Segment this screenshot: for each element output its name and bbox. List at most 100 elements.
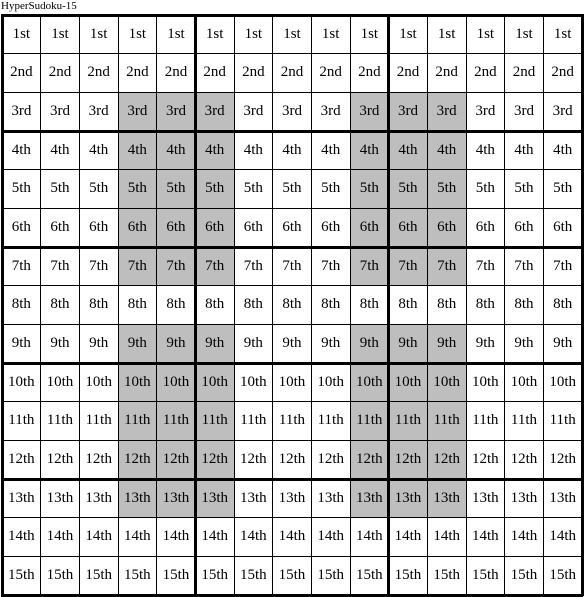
grid-cell[interactable]: 10th: [118, 363, 157, 402]
grid-cell[interactable]: 13th: [273, 479, 312, 518]
grid-cell[interactable]: 5th: [388, 169, 428, 209]
grid-cell[interactable]: 6th: [427, 208, 466, 247]
grid-cell[interactable]: 7th: [427, 247, 466, 286]
grid-cell[interactable]: 6th: [505, 208, 544, 247]
grid-cell[interactable]: 14th: [41, 518, 80, 557]
grid-cell[interactable]: 2nd: [311, 54, 350, 93]
grid-cell[interactable]: 2nd: [543, 54, 582, 93]
grid-cell[interactable]: 9th: [350, 324, 389, 363]
grid-cell[interactable]: 3rd: [388, 92, 428, 131]
grid-cell[interactable]: 12th: [195, 440, 234, 479]
grid-cell[interactable]: 13th: [195, 479, 234, 518]
grid-cell[interactable]: 14th: [234, 518, 273, 557]
grid-cell[interactable]: 1st: [273, 15, 312, 54]
grid-cell[interactable]: 9th: [273, 324, 312, 363]
grid-cell[interactable]: 15th: [79, 556, 118, 595]
grid-cell[interactable]: 3rd: [118, 92, 157, 131]
grid-cell[interactable]: 5th: [2, 170, 41, 209]
grid-cell[interactable]: 5th: [195, 169, 234, 209]
grid-cell[interactable]: 14th: [2, 518, 41, 557]
grid-cell[interactable]: 14th: [543, 518, 582, 557]
grid-cell[interactable]: 6th: [2, 208, 41, 247]
grid-cell[interactable]: 3rd: [156, 92, 196, 131]
grid-cell[interactable]: 14th: [389, 518, 428, 557]
grid-cell[interactable]: 10th: [543, 363, 582, 402]
grid-cell[interactable]: 4th: [466, 131, 505, 170]
grid-cell[interactable]: 12th: [388, 440, 428, 479]
grid-cell[interactable]: 2nd: [79, 54, 118, 93]
grid-cell[interactable]: 2nd: [2, 54, 41, 93]
grid-cell[interactable]: 5th: [41, 170, 80, 209]
grid-cell[interactable]: 8th: [41, 286, 80, 325]
grid-cell[interactable]: 15th: [2, 556, 41, 595]
grid-cell[interactable]: 2nd: [350, 54, 389, 93]
grid-cell[interactable]: 9th: [543, 324, 582, 363]
grid-cell[interactable]: 9th: [156, 324, 196, 363]
grid-cell[interactable]: 12th: [427, 440, 466, 479]
grid-cell[interactable]: 10th: [2, 363, 41, 402]
grid-cell[interactable]: 11th: [505, 402, 544, 441]
grid-cell[interactable]: 13th: [466, 479, 505, 518]
grid-cell[interactable]: 4th: [195, 131, 234, 170]
grid-cell[interactable]: 1st: [543, 15, 582, 54]
grid-cell[interactable]: 6th: [41, 208, 80, 247]
grid-cell[interactable]: 14th: [273, 518, 312, 557]
grid-cell[interactable]: 14th: [118, 518, 157, 557]
grid-cell[interactable]: 15th: [466, 556, 505, 595]
grid-cell[interactable]: 10th: [311, 363, 350, 402]
grid-cell[interactable]: 6th: [79, 208, 118, 247]
grid-cell[interactable]: 14th: [79, 518, 118, 557]
grid-cell[interactable]: 4th: [156, 131, 196, 170]
grid-cell[interactable]: 2nd: [427, 54, 466, 93]
grid-cell[interactable]: 13th: [79, 479, 118, 518]
grid-cell[interactable]: 8th: [466, 286, 505, 325]
grid-cell[interactable]: 6th: [195, 208, 234, 247]
grid-cell[interactable]: 10th: [466, 363, 505, 402]
grid-cell[interactable]: 8th: [79, 286, 118, 325]
grid-cell[interactable]: 1st: [118, 15, 157, 54]
grid-cell[interactable]: 15th: [195, 556, 234, 595]
grid-cell[interactable]: 1st: [505, 15, 544, 54]
grid-cell[interactable]: 12th: [466, 440, 505, 479]
grid-cell[interactable]: 8th: [2, 286, 41, 325]
grid-cell[interactable]: 7th: [466, 247, 505, 286]
grid-cell[interactable]: 12th: [350, 440, 389, 479]
grid-cell[interactable]: 4th: [427, 131, 466, 170]
grid-cell[interactable]: 12th: [543, 440, 582, 479]
grid-cell[interactable]: 7th: [234, 247, 273, 286]
grid-cell[interactable]: 7th: [2, 247, 41, 286]
grid-cell[interactable]: 7th: [79, 247, 118, 286]
grid-cell[interactable]: 10th: [273, 363, 312, 402]
grid-cell[interactable]: 11th: [234, 402, 273, 441]
grid-cell[interactable]: 14th: [311, 518, 350, 557]
grid-cell[interactable]: 6th: [466, 208, 505, 247]
grid-cell[interactable]: 11th: [388, 401, 428, 441]
grid-cell[interactable]: 3rd: [350, 92, 389, 131]
grid-cell[interactable]: 9th: [195, 324, 234, 363]
grid-cell[interactable]: 3rd: [505, 92, 544, 131]
grid-cell[interactable]: 15th: [389, 556, 428, 595]
grid-cell[interactable]: 2nd: [234, 54, 273, 93]
grid-cell[interactable]: 9th: [466, 324, 505, 363]
grid-cell[interactable]: 8th: [273, 286, 312, 325]
grid-cell[interactable]: 1st: [389, 15, 428, 54]
grid-cell[interactable]: 12th: [79, 440, 118, 479]
grid-cell[interactable]: 4th: [2, 131, 41, 170]
grid-cell[interactable]: 15th: [118, 556, 157, 595]
grid-cell[interactable]: 8th: [427, 286, 466, 325]
grid-cell[interactable]: 8th: [505, 286, 544, 325]
grid-cell[interactable]: 11th: [195, 401, 234, 441]
grid-cell[interactable]: 12th: [156, 440, 196, 479]
grid-cell[interactable]: 1st: [427, 15, 466, 54]
grid-cell[interactable]: 5th: [466, 170, 505, 209]
grid-cell[interactable]: 5th: [543, 170, 582, 209]
grid-cell[interactable]: 2nd: [41, 54, 80, 93]
grid-cell[interactable]: 1st: [234, 15, 273, 54]
grid-cell[interactable]: 7th: [273, 247, 312, 286]
grid-cell[interactable]: 12th: [505, 440, 544, 479]
grid-cell[interactable]: 13th: [505, 479, 544, 518]
grid-cell[interactable]: 4th: [41, 131, 80, 170]
grid-cell[interactable]: 13th: [41, 479, 80, 518]
grid-cell[interactable]: 12th: [234, 440, 273, 479]
grid-cell[interactable]: 11th: [79, 402, 118, 441]
